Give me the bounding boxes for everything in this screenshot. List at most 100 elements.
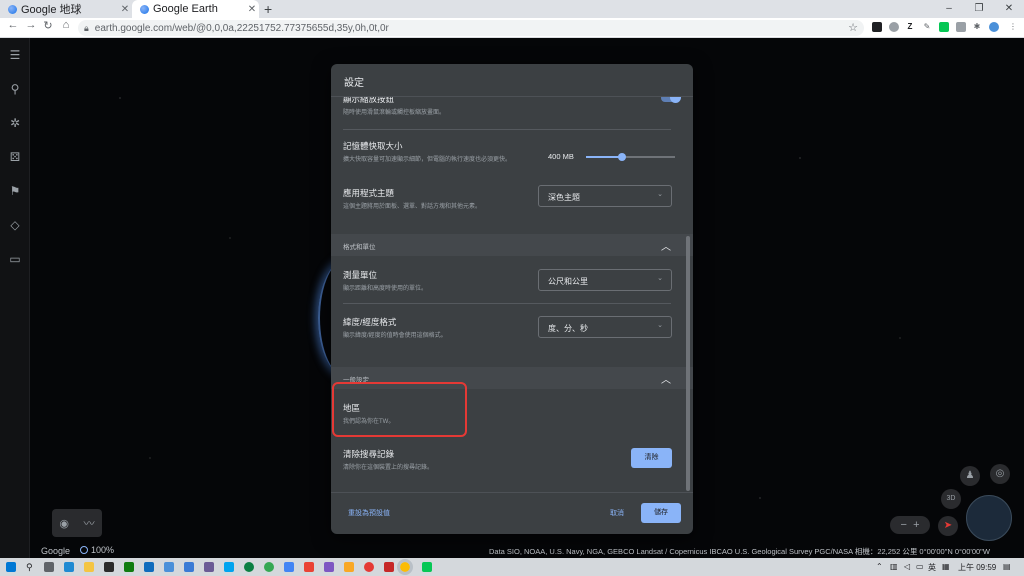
file-explorer-icon[interactable]	[84, 562, 94, 572]
kebab-menu-icon[interactable]: ⋮	[1008, 22, 1018, 32]
home-icon[interactable]: ⌂	[59, 19, 73, 31]
app-icon[interactable]	[224, 562, 234, 572]
task-view-icon[interactable]	[44, 562, 54, 572]
app-icon[interactable]	[304, 562, 314, 572]
setting-desc: 隨時使用滑鼠滾輪或觸控板縮放畫面。	[343, 110, 446, 116]
network-icon[interactable]: ▥	[890, 562, 898, 571]
clock[interactable]: 上午 09:59	[958, 562, 996, 573]
cancel-button[interactable]: 取消	[610, 508, 624, 518]
chevron-up-icon[interactable]: ︿	[661, 371, 671, 386]
chevron-down-icon: ⌄	[657, 322, 663, 329]
puzzle-extensions-icon[interactable]: ✱	[972, 22, 982, 32]
battery-icon[interactable]: ▭	[916, 562, 924, 571]
reload-icon[interactable]: ↻	[41, 19, 55, 32]
chevron-up-icon[interactable]: ︿	[661, 238, 671, 253]
minimize-button[interactable]: –	[934, 0, 964, 18]
store-icon[interactable]	[104, 562, 114, 572]
divider	[343, 129, 671, 130]
profile-avatar-icon[interactable]	[989, 22, 999, 32]
back-arrow-icon[interactable]: ←	[6, 19, 20, 31]
tab-google-earth[interactable]: Google Earth ✕	[132, 0, 259, 18]
save-button[interactable]: 儲存	[641, 503, 681, 523]
menu-icon[interactable]: ☰	[8, 48, 22, 62]
extension-icon[interactable]	[956, 22, 966, 32]
tab-label: Google 地球	[21, 4, 82, 16]
placemark-icon[interactable]: ◉	[59, 517, 69, 530]
dialog-scrollbar[interactable]	[686, 236, 690, 491]
app-icon[interactable]	[384, 562, 394, 572]
chevron-down-icon: ⌄	[657, 275, 663, 282]
slider-thumb[interactable]	[617, 153, 626, 161]
zoom-out-button[interactable]: −	[901, 519, 907, 531]
app-icon[interactable]	[244, 562, 254, 572]
section-format-units[interactable]: 格式和單位 ︿	[331, 234, 693, 256]
search-icon[interactable]: ⚲	[26, 562, 36, 572]
dialog-header: 設定	[331, 64, 693, 97]
ie-icon[interactable]	[144, 562, 154, 572]
tab-google-earth-zh[interactable]: Google 地球 ✕	[0, 0, 132, 18]
line-extension-icon[interactable]	[939, 22, 949, 32]
dice-icon[interactable]: ⚄	[8, 150, 22, 164]
theme-select[interactable]: 深色主題 ⌄	[538, 185, 672, 207]
latlng-select[interactable]: 度、分、秒 ⌄	[538, 316, 672, 338]
attribution-text: Data SIO, NOAA, U.S. Navy, NGA, GEBCO La…	[489, 547, 990, 556]
measure-ruler-icon[interactable]: ▭	[8, 252, 22, 266]
browser-tab-strip: Google 地球 ✕ Google Earth ✕ + – ❐ ✕	[0, 0, 1024, 18]
clear-history-button[interactable]: 清除	[631, 448, 672, 468]
extension-icon[interactable]	[872, 22, 882, 32]
notifications-icon[interactable]: ▤	[1003, 562, 1011, 571]
app-icon[interactable]	[264, 562, 274, 572]
extension-z-icon[interactable]: Z	[905, 22, 915, 32]
compass-icon[interactable]: ➤	[938, 516, 958, 536]
search-icon[interactable]: ⚲	[8, 82, 22, 96]
ime-indicator[interactable]: 英	[928, 562, 936, 573]
cache-size-slider[interactable]	[586, 153, 675, 161]
map-style-layers-icon[interactable]: ◇	[8, 218, 22, 232]
zoom-buttons-toggle[interactable]	[661, 97, 681, 103]
app-icon[interactable]	[344, 562, 354, 572]
ime-mode-icon[interactable]: ▦	[942, 562, 950, 571]
close-tab-icon[interactable]: ✕	[245, 4, 259, 15]
forward-arrow-icon[interactable]: →	[24, 19, 38, 31]
measurement-select[interactable]: 公尺和公里 ⌄	[538, 269, 672, 291]
loading-percent: 100%	[91, 545, 115, 555]
address-bar[interactable]: 🔒︎ earth.google.com/web/@0,0,0a,22251752…	[78, 20, 864, 36]
tray-chevron-icon[interactable]: ⌃	[876, 562, 883, 571]
chrome-icon[interactable]	[397, 559, 413, 575]
restore-button[interactable]: ❐	[964, 0, 994, 18]
voyager-icon[interactable]: ✲	[8, 116, 22, 130]
start-windows-icon[interactable]	[6, 562, 16, 572]
view-3d-button[interactable]: 3D	[941, 489, 961, 509]
app-icon[interactable]	[364, 562, 374, 572]
path-icon[interactable]: 〰	[84, 515, 95, 531]
close-tab-icon[interactable]: ✕	[118, 4, 132, 15]
extension-icon[interactable]: ✎	[922, 22, 932, 32]
volume-icon[interactable]: ◁	[904, 562, 910, 571]
edge-icon[interactable]	[64, 562, 74, 572]
mini-globe[interactable]	[966, 495, 1012, 541]
left-nav-rail: ☰ ⚲ ✲ ⚄ ⚑ ◇ ▭	[0, 38, 30, 558]
zoom-in-button[interactable]: +	[913, 519, 919, 531]
reset-defaults-button[interactable]: 重設為預設值	[348, 508, 390, 518]
settings-dialog: 設定 顯示縮放按鈕 隨時使用滑鼠滾輪或觸控板縮放畫面。 記憶體快取大小 擴大快取…	[331, 64, 693, 534]
pegman-icon[interactable]: ♟	[960, 466, 980, 486]
divider	[343, 303, 671, 304]
projects-pin-icon[interactable]: ⚑	[8, 184, 22, 198]
cache-size-value: 400 MB	[548, 152, 574, 161]
app-icon[interactable]	[124, 562, 134, 572]
app-icon[interactable]	[324, 562, 334, 572]
line-icon[interactable]	[422, 562, 432, 572]
extension-icon[interactable]	[889, 22, 899, 32]
app-icon[interactable]	[204, 562, 214, 572]
app-icon[interactable]	[164, 562, 174, 572]
slider-fill	[586, 156, 622, 158]
app-icon[interactable]	[284, 562, 294, 572]
window-close-button[interactable]: ✕	[994, 0, 1024, 18]
my-location-icon[interactable]: ◎	[990, 464, 1010, 484]
google-earth-favicon-icon	[140, 4, 149, 14]
new-tab-button[interactable]: +	[264, 1, 272, 17]
select-value: 深色主題	[548, 193, 580, 202]
google-logo: Google	[41, 546, 71, 556]
app-icon[interactable]	[184, 562, 194, 572]
bookmark-star-icon[interactable]: ☆	[848, 21, 858, 34]
